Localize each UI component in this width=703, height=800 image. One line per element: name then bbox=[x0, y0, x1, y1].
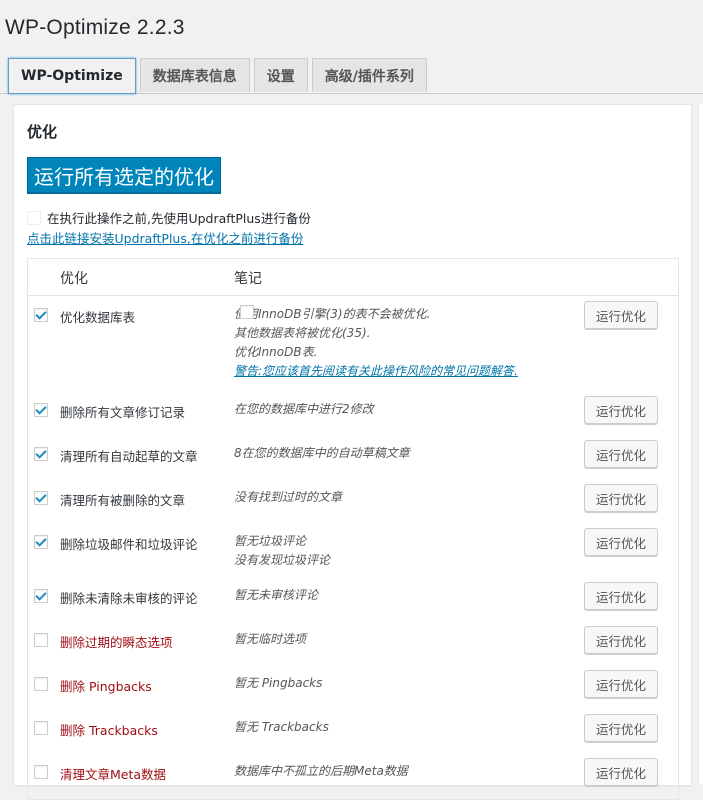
row-checkbox[interactable] bbox=[34, 403, 48, 417]
run-optimization-button[interactable]: 运行优化 bbox=[584, 758, 658, 786]
row-notes: 暂无垃圾评论没有发现垃圾评论 bbox=[234, 532, 330, 570]
row-label: 删除过期的瞬态选项 bbox=[60, 635, 173, 650]
backup-option: 在执行此操作之前,先使用UpdraftPlus进行备份 bbox=[27, 208, 311, 227]
faq-warning-link[interactable]: 警告:您应该首先阅读有关此操作风险的常见问题解答. bbox=[234, 362, 518, 381]
row-label: 清理所有被删除的文章 bbox=[60, 493, 186, 508]
innodb-label: 优化InnoDB表. bbox=[234, 345, 318, 359]
note-line: 在您的数据库中进行2修改 bbox=[234, 402, 374, 416]
run-optimization-button[interactable]: 运行优化 bbox=[584, 396, 658, 424]
row-checkbox[interactable] bbox=[34, 308, 48, 322]
row-checkbox[interactable] bbox=[34, 491, 48, 505]
run-optimization-button[interactable]: 运行优化 bbox=[584, 528, 658, 556]
note-line: 暂无临时选项 bbox=[234, 632, 307, 646]
tab-bar: WP-Optimize 数据库表信息 设置 高级/插件系列 bbox=[8, 58, 427, 94]
backup-label: 在执行此操作之前,先使用UpdraftPlus进行备份 bbox=[47, 211, 311, 226]
page-title: WP-Optimize 2.2.3 bbox=[5, 16, 185, 39]
row-label: 清理文章Meta数据 bbox=[60, 767, 167, 782]
section-title: 优化 bbox=[27, 123, 58, 141]
row-checkbox[interactable] bbox=[34, 589, 48, 603]
header-notes: 笔记 bbox=[234, 271, 262, 287]
run-optimization-button[interactable]: 运行优化 bbox=[584, 714, 658, 742]
row-label: 删除所有文章修订记录 bbox=[60, 405, 186, 420]
row-label: 优化数据库表 bbox=[60, 310, 136, 325]
install-updraftplus-link[interactable]: 点击此链接安装UpdraftPlus,在优化之前进行备份 bbox=[27, 228, 303, 247]
note-line: 暂无 Pingbacks bbox=[234, 676, 323, 690]
row-notes: 没有找到过时的文章 bbox=[234, 488, 342, 507]
row-notes: 暂无 Pingbacks bbox=[234, 674, 322, 693]
run-optimization-button[interactable]: 运行优化 bbox=[584, 440, 658, 468]
optimizations-table: 优化 笔记 优化数据库表 使用InnoDB引擎(3)的表不会被优化. 其他数据表将被… bbox=[27, 258, 679, 800]
tab-advanced[interactable]: 高级/插件系列 bbox=[311, 58, 427, 92]
row-notes: 暂无未审核评论 bbox=[234, 586, 318, 605]
tab-wp-optimize[interactable]: WP-Optimize bbox=[8, 58, 136, 94]
note-line: 没有发现垃圾评论 bbox=[234, 553, 331, 567]
backup-checkbox[interactable] bbox=[27, 210, 41, 225]
row-notes: 使用InnoDB引擎(3)的表不会被优化. 其他数据表将被优化(35). 优化Inn… bbox=[234, 305, 518, 381]
note-line: 暂无未审核评论 bbox=[234, 588, 319, 602]
row-notes: 暂无 Trackbacks bbox=[234, 718, 329, 737]
note-line: 暂无 Trackbacks bbox=[234, 720, 329, 734]
side-panel-edge bbox=[698, 104, 703, 784]
note-line: 使用InnoDB引擎(3)的表不会被优化. bbox=[234, 307, 431, 321]
row-checkbox[interactable] bbox=[34, 765, 48, 779]
row-label: 删除 Pingbacks bbox=[60, 679, 152, 694]
row-label: 删除垃圾邮件和垃圾评论 bbox=[60, 537, 198, 552]
tab-table-info[interactable]: 数据库表信息 bbox=[139, 58, 250, 92]
row-notes: 数据库中不孤立的后期Meta数据 bbox=[234, 762, 408, 781]
note-line: 没有找到过时的文章 bbox=[234, 490, 343, 504]
row-checkbox[interactable] bbox=[34, 677, 48, 691]
row-notes: 8在您的数据库中的自动草稿文章 bbox=[234, 444, 410, 463]
optimize-panel: 优化 运行所有选定的优化 在执行此操作之前,先使用UpdraftPlus进行备份… bbox=[13, 104, 692, 800]
run-optimization-button[interactable]: 运行优化 bbox=[584, 582, 658, 610]
row-label: 删除未清除未审核的评论 bbox=[60, 591, 198, 606]
tab-settings[interactable]: 设置 bbox=[253, 58, 308, 92]
row-checkbox[interactable] bbox=[34, 535, 48, 549]
innodb-option: 优化InnoDB表. bbox=[234, 305, 518, 362]
row-checkbox[interactable] bbox=[34, 633, 48, 647]
row-label: 删除 Trackbacks bbox=[60, 723, 158, 738]
header-optimization: 优化 bbox=[60, 271, 88, 287]
note-line: 暂无垃圾评论 bbox=[234, 534, 307, 548]
run-optimization-button[interactable]: 运行优化 bbox=[584, 301, 658, 329]
run-optimization-button[interactable]: 运行优化 bbox=[584, 484, 658, 512]
row-checkbox[interactable] bbox=[34, 447, 48, 461]
table-header: 优化 笔记 bbox=[28, 259, 678, 296]
row-notes: 在您的数据库中进行2修改 bbox=[234, 400, 374, 419]
row-notes: 暂无临时选项 bbox=[234, 630, 306, 649]
note-line: 其他数据表将被优化(35). bbox=[234, 326, 371, 340]
row-label: 清理所有自动起草的文章 bbox=[60, 449, 198, 464]
run-optimization-button[interactable]: 运行优化 bbox=[584, 670, 658, 698]
row-checkbox[interactable] bbox=[34, 721, 48, 735]
run-optimization-button[interactable]: 运行优化 bbox=[584, 626, 658, 654]
note-line: 数据库中不孤立的后期Meta数据 bbox=[234, 764, 408, 778]
run-all-button[interactable]: 运行所有选定的优化 bbox=[27, 157, 221, 193]
innodb-checkbox[interactable] bbox=[240, 305, 254, 319]
note-line: 8在您的数据库中的自动草稿文章 bbox=[234, 446, 410, 460]
